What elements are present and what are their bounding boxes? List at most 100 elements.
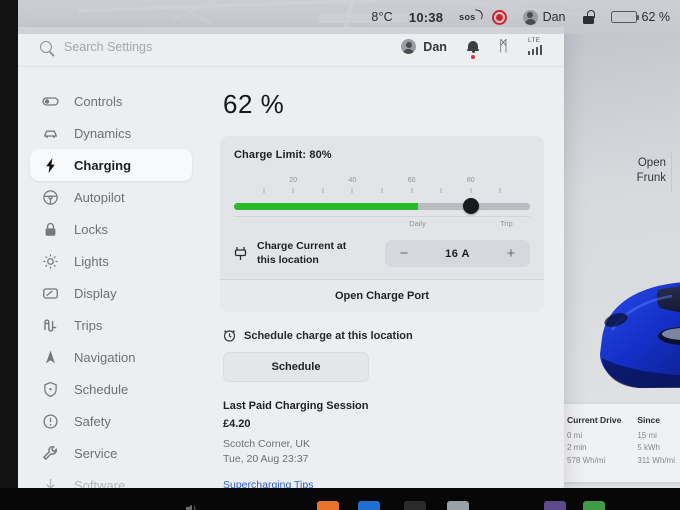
sidebar-item-charging[interactable]: Charging — [30, 149, 192, 181]
sidebar-item-service[interactable]: Service — [30, 437, 192, 469]
sidebar-item-display[interactable]: Display — [30, 277, 192, 309]
slider-tick-label: 40 — [348, 177, 357, 184]
avatar — [522, 9, 538, 25]
stats-value: 15 mi — [637, 431, 657, 440]
slider-tick-mark — [440, 188, 442, 193]
battery-indicator[interactable]: 62 % — [610, 10, 670, 24]
slider-tick-mark — [322, 188, 324, 193]
charge-current-label-line2: this location — [257, 253, 319, 266]
dock-icon-blue[interactable] — [358, 501, 380, 510]
trips-icon — [42, 317, 59, 334]
dock-icon-grey[interactable] — [447, 501, 469, 510]
clock: 10:38 — [409, 10, 443, 25]
sidebar-item-label: Navigation — [74, 349, 136, 365]
open-frunk-button[interactable]: Open Frunk — [637, 156, 666, 186]
sidebar-item-label: Dynamics — [74, 125, 132, 141]
charge-current-stepper[interactable]: − 16 A + — [385, 240, 530, 267]
profile-name: Dan — [542, 10, 566, 24]
sidebar-item-label: Trips — [74, 317, 103, 333]
sidebar-item-navigation[interactable]: Navigation — [30, 341, 192, 373]
slider-tick-mark — [263, 188, 265, 193]
slider-knob[interactable] — [462, 198, 479, 214]
charge-current-label-line1: Charge Current at — [257, 240, 347, 253]
clock-value: 10:38 — [408, 9, 444, 25]
open-charge-port-button[interactable]: Open Charge Port — [220, 280, 544, 312]
sos-button[interactable]: sos — [459, 12, 475, 22]
padlock-icon — [42, 221, 59, 238]
slider-tick-label: 80 — [466, 177, 475, 184]
sidebar-item-controls[interactable]: Controls — [30, 85, 192, 117]
dock-icon-green[interactable] — [583, 501, 605, 510]
driver-profile-button[interactable]: Dan — [522, 9, 566, 25]
sidebar-item-lights[interactable]: Lights — [30, 245, 192, 277]
page-title: 62 % — [223, 89, 285, 119]
header-profile-name: Dan — [423, 39, 447, 54]
slider-tick-mark — [499, 188, 501, 193]
volume-icon[interactable] — [186, 500, 202, 510]
dock-icon-purple[interactable] — [544, 501, 566, 510]
slider-end-labels: Daily Trip — [234, 216, 530, 230]
dashcam-record-button[interactable] — [491, 9, 507, 25]
schedule-button[interactable]: Schedule — [223, 352, 369, 382]
lights-icon — [42, 253, 59, 270]
slider-ticks: 20 40 60 80 — [234, 177, 530, 197]
stats-value: 311 Wh/mi — [637, 455, 675, 465]
frunk-label-line2: Frunk — [636, 171, 666, 184]
charge-limit-slider[interactable]: 20 40 60 80 Daily Trip — [220, 167, 544, 234]
slider-tick-label: 60 — [407, 177, 416, 184]
lte-signal-icon[interactable]: LTE — [527, 36, 542, 55]
vehicle-visual-column: Open Frunk Current Drive 0 mi 2 min 578 … — [556, 34, 680, 488]
settings-panel: Dan ᛗ LTE Controls Dynamics Charging Autopi… — [18, 27, 564, 492]
stats-title: Since — [637, 415, 661, 425]
dock-icon-orange[interactable] — [317, 501, 339, 510]
session-datetime: Tue, 20 Aug 23:37 — [223, 453, 309, 466]
sidebar-item-label: Controls — [74, 93, 123, 109]
slider-tick-mark — [351, 188, 353, 193]
slider-tick-mark — [470, 188, 472, 193]
sidebar-item-label: Schedule — [74, 381, 129, 397]
bell-icon[interactable] — [466, 40, 479, 59]
settings-sidebar: Controls Dynamics Charging Autopilot Locks Li… — [18, 67, 204, 492]
wrench-icon — [42, 445, 59, 462]
display-icon — [42, 285, 59, 302]
tesla-touchscreen: 8°C 10:38 sos Dan 62 % Search Settings D… — [0, 0, 680, 510]
slider-track-wrap[interactable] — [234, 198, 530, 214]
header-profile-button[interactable]: Dan — [401, 39, 447, 54]
stats-column: Since 15 mi 5 kWh 311 Wh/mi — [637, 415, 675, 482]
vehicle-image[interactable] — [572, 246, 680, 406]
sidebar-item-locks[interactable]: Locks — [30, 213, 192, 245]
sos-label: sos — [459, 12, 476, 22]
search-bar[interactable] — [40, 39, 392, 54]
bolt-icon — [42, 157, 59, 174]
sidebar-item-schedule[interactable]: Schedule — [30, 373, 192, 405]
session-location: Scotch Corner, UK — [223, 438, 310, 450]
stats-value: 0 mi — [567, 431, 583, 440]
lte-label: LTE — [527, 36, 541, 44]
sidebar-item-autopilot[interactable]: Autopilot — [30, 181, 192, 213]
slider-tick-mark — [411, 188, 413, 193]
slider-daily-label: Daily — [409, 219, 426, 228]
charging-panel: 62 % Charge Limit: 80% 20 40 60 80 Daily Tr… — [204, 67, 564, 492]
schedule-clock-icon — [42, 381, 59, 398]
sidebar-item-label: Service — [74, 445, 118, 461]
search-icon — [40, 40, 52, 53]
record-dot-icon — [491, 9, 507, 25]
search-input[interactable] — [64, 39, 392, 54]
status-bar: 8°C 10:38 sos Dan 62 % — [18, 0, 680, 34]
lock-button[interactable] — [582, 10, 595, 24]
stats-value: 578 Wh/mi — [567, 455, 606, 465]
charge-limit-card: Charge Limit: 80% 20 40 60 80 Daily Trip — [220, 136, 544, 312]
bluetooth-icon[interactable]: ᛗ — [499, 39, 508, 54]
session-heading: Last Paid Charging Session — [223, 400, 369, 412]
sidebar-item-trips[interactable]: Trips — [30, 309, 192, 341]
header-icons: Dan ᛗ LTE — [401, 36, 550, 59]
toggle-icon — [42, 93, 59, 110]
sidebar-item-label: Locks — [74, 221, 108, 237]
increment-button[interactable]: + — [504, 246, 518, 261]
dock-icon-dark[interactable] — [404, 501, 426, 510]
sidebar-item-dynamics[interactable]: Dynamics — [30, 117, 192, 149]
decrement-button[interactable]: − — [397, 246, 411, 261]
session-amount: £4.20 — [223, 418, 251, 430]
stats-value: 2 min — [567, 443, 587, 453]
sidebar-item-safety[interactable]: Safety — [30, 405, 192, 437]
